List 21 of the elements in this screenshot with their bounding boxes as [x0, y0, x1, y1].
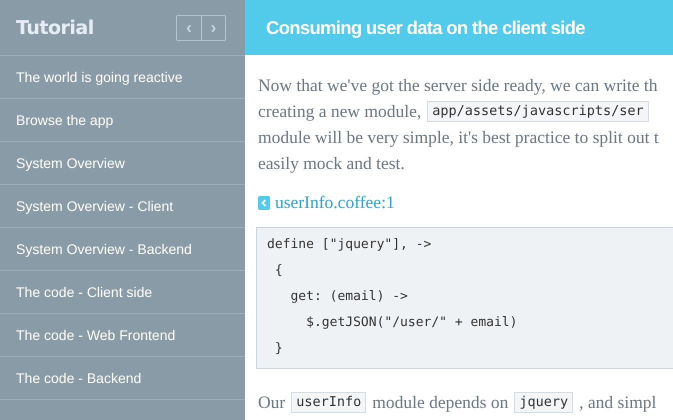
inline-code: jquery [514, 392, 574, 412]
source-link[interactable]: userInfo.coffee:1 [258, 192, 395, 213]
sidebar-title: Tutorial [16, 16, 94, 38]
next-button[interactable]: › [201, 16, 225, 40]
paragraph-text: easily mock and test. [258, 152, 405, 175]
code-line: { [274, 262, 284, 280]
page-title: Consuming user data on the client side [266, 16, 585, 38]
code-line: get: (email) -> [289, 288, 409, 306]
code-line: } [274, 340, 284, 358]
paragraph-text: Our [258, 391, 286, 414]
inline-code: userInfo [291, 392, 366, 412]
paragraph-text: , and simpl [579, 391, 656, 414]
paragraph-text: creating a new module, [258, 100, 422, 123]
inline-code: app/assets/javascripts/ser [427, 100, 649, 122]
chevron-left-icon [258, 196, 270, 210]
code-line: $.getJSON("/user/" + email) [305, 314, 518, 332]
paragraph-text: module will be very simple, it's best practice to split out t [258, 126, 659, 149]
paragraph-text: Now that we've got the server side ready, we can write th [258, 74, 658, 97]
paragraph-text: module depends on [372, 391, 508, 414]
previous-button[interactable]: ‹ [177, 16, 201, 40]
code-line: define ["jquery"], -> [267, 236, 432, 254]
